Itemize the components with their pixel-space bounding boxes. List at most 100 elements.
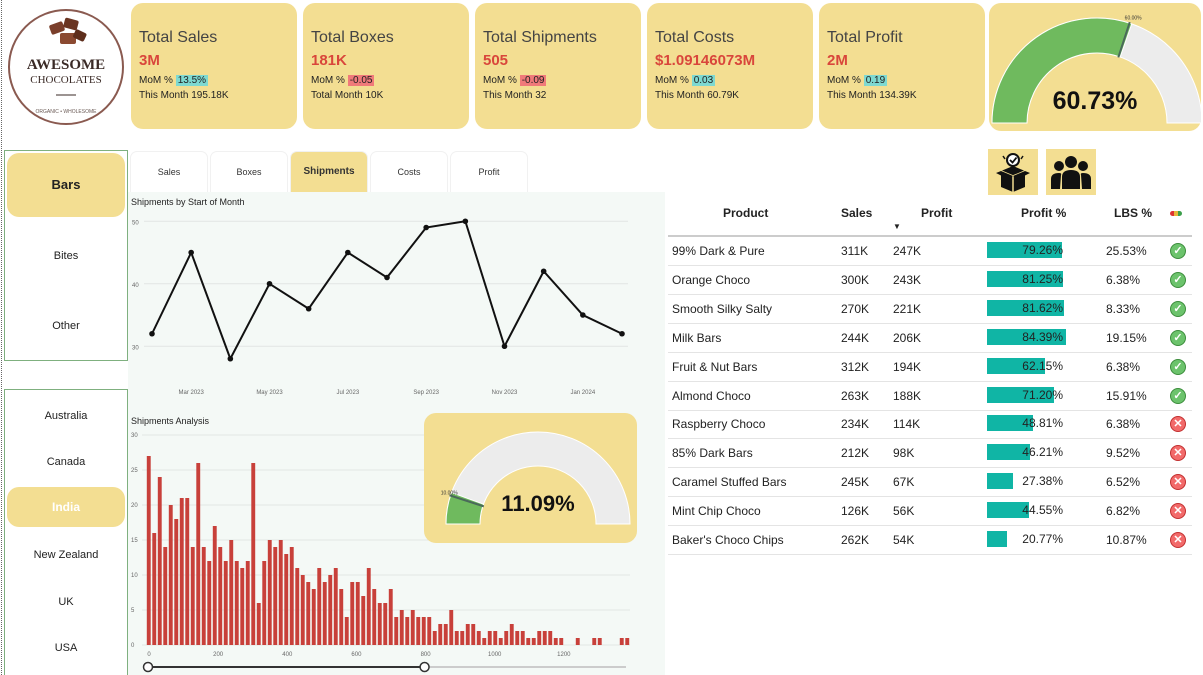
data-point[interactable] xyxy=(619,330,625,337)
table-row[interactable]: 99% Dark & Pure 311K 247K 79.26% 25.53% ✓ xyxy=(668,237,1192,266)
col-header-product[interactable]: Product xyxy=(723,206,768,220)
histogram-bar[interactable] xyxy=(267,540,272,645)
histogram-bar[interactable] xyxy=(377,603,382,645)
histogram-bar[interactable] xyxy=(575,638,580,645)
kpi-card[interactable]: Total Shipments 505 MoM % -0.09 This Month … xyxy=(475,3,641,129)
histogram-bar[interactable] xyxy=(289,547,294,645)
table-row[interactable]: 85% Dark Bars 212K 98K 46.21% 9.52% ✕ xyxy=(668,439,1192,469)
histogram-bar[interactable] xyxy=(465,624,470,645)
slicer-item-bites[interactable]: Bites xyxy=(7,226,125,286)
data-point[interactable] xyxy=(149,330,155,337)
histogram-bar[interactable] xyxy=(498,638,503,645)
tab-boxes[interactable]: Boxes xyxy=(211,152,287,192)
histogram-bar[interactable] xyxy=(333,568,338,645)
histogram-bar[interactable] xyxy=(295,568,300,645)
histogram-bar[interactable] xyxy=(493,631,498,645)
col-header-lbs-pct[interactable]: LBS % xyxy=(1114,206,1152,220)
histogram-bar[interactable] xyxy=(284,554,289,645)
histogram-bar[interactable] xyxy=(207,561,212,645)
histogram-bar[interactable] xyxy=(471,624,476,645)
tab-shipments[interactable]: Shipments xyxy=(291,152,367,192)
table-row[interactable]: Milk Bars 244K 206K 84.39% 19.15% ✓ xyxy=(668,324,1192,353)
histogram-bar[interactable] xyxy=(273,547,278,645)
histogram-bar[interactable] xyxy=(531,638,536,645)
histogram-bar[interactable] xyxy=(328,575,333,645)
histogram-bar[interactable] xyxy=(306,582,311,645)
histogram-bar[interactable] xyxy=(152,533,157,645)
product-icon-button[interactable] xyxy=(988,149,1038,195)
histogram-bar[interactable] xyxy=(355,582,360,645)
tab-costs[interactable]: Costs xyxy=(371,152,447,192)
histogram-bar[interactable] xyxy=(185,498,190,645)
range-slider-max-handle[interactable] xyxy=(419,661,430,673)
data-point[interactable] xyxy=(580,312,586,318)
histogram-bar[interactable] xyxy=(163,547,168,645)
histogram-bar[interactable] xyxy=(410,610,415,645)
histogram-bar[interactable] xyxy=(350,582,355,645)
histogram-bar[interactable] xyxy=(399,610,404,645)
histogram-bar[interactable] xyxy=(625,638,630,645)
data-point[interactable] xyxy=(188,249,194,256)
data-point[interactable] xyxy=(345,249,351,256)
data-point[interactable] xyxy=(501,343,508,350)
histogram-bar[interactable] xyxy=(526,638,531,645)
slicer-item-new-zealand[interactable]: New Zealand xyxy=(7,533,125,577)
histogram-bar[interactable] xyxy=(405,617,410,645)
histogram-bar[interactable] xyxy=(559,638,564,645)
histogram-bar[interactable] xyxy=(157,477,162,645)
customers-icon-button[interactable] xyxy=(1046,149,1096,195)
histogram-bar[interactable] xyxy=(256,603,261,645)
histogram-bar[interactable] xyxy=(553,638,558,645)
histogram-bar[interactable] xyxy=(179,498,184,645)
tab-profit[interactable]: Profit xyxy=(451,152,527,192)
histogram-bar[interactable] xyxy=(223,561,228,645)
histogram-bar[interactable] xyxy=(476,631,481,645)
histogram-bar[interactable] xyxy=(509,624,514,645)
histogram-bar[interactable] xyxy=(597,638,602,645)
data-point[interactable] xyxy=(462,218,469,225)
histogram-bar[interactable] xyxy=(515,631,520,645)
histogram-bar[interactable] xyxy=(487,631,492,645)
histogram-bar[interactable] xyxy=(388,589,393,645)
histogram-bar[interactable] xyxy=(548,631,553,645)
histogram-bar[interactable] xyxy=(245,561,250,645)
histogram-bar[interactable] xyxy=(212,526,217,645)
histogram-bar[interactable] xyxy=(383,603,388,645)
histogram-bar[interactable] xyxy=(322,582,327,645)
histogram-bar[interactable] xyxy=(537,631,542,645)
histogram-bar[interactable] xyxy=(262,561,267,645)
kpi-card[interactable]: Total Boxes 181K MoM % -0.05 Total Month 10… xyxy=(303,3,469,129)
histogram-bar[interactable] xyxy=(619,638,624,645)
histogram-bar[interactable] xyxy=(229,540,234,645)
histogram-bar[interactable] xyxy=(234,561,239,645)
histogram-bar[interactable] xyxy=(317,568,322,645)
data-point[interactable] xyxy=(423,224,429,231)
histogram-bar[interactable] xyxy=(344,617,349,645)
histogram-bar[interactable] xyxy=(416,617,421,645)
data-point[interactable] xyxy=(227,355,234,362)
histogram-bar[interactable] xyxy=(146,456,151,645)
slicer-item-canada[interactable]: Canada xyxy=(7,440,125,484)
histogram-bar[interactable] xyxy=(421,617,426,645)
histogram-bar[interactable] xyxy=(520,631,525,645)
data-point[interactable] xyxy=(305,305,312,312)
slicer-item-bars[interactable]: Bars xyxy=(7,153,125,217)
slicer-item-australia[interactable]: Australia xyxy=(7,394,125,438)
histogram-bar[interactable] xyxy=(454,631,459,645)
slicer-item-other[interactable]: Other xyxy=(7,296,125,356)
data-point[interactable] xyxy=(384,274,390,281)
profit-margin-gauge[interactable]: 60.00% 60.73% xyxy=(989,3,1203,131)
histogram-bar[interactable] xyxy=(432,631,437,645)
slicer-item-usa[interactable]: USA xyxy=(7,626,125,670)
data-point[interactable] xyxy=(266,280,273,287)
histogram-bar[interactable] xyxy=(542,631,547,645)
table-row[interactable]: Smooth Silky Salty 270K 221K 81.62% 8.33% ✓ xyxy=(668,295,1192,324)
histogram-bar[interactable] xyxy=(196,463,201,645)
histogram-bar[interactable] xyxy=(174,519,179,645)
histogram-bar[interactable] xyxy=(361,596,366,645)
table-row[interactable]: Mint Chip Choco 126K 56K 44.55% 6.82% ✕ xyxy=(668,497,1192,527)
histogram-bar[interactable] xyxy=(443,624,448,645)
histogram-bar[interactable] xyxy=(300,575,305,645)
histogram-bar[interactable] xyxy=(190,547,195,645)
histogram-bar[interactable] xyxy=(240,568,245,645)
